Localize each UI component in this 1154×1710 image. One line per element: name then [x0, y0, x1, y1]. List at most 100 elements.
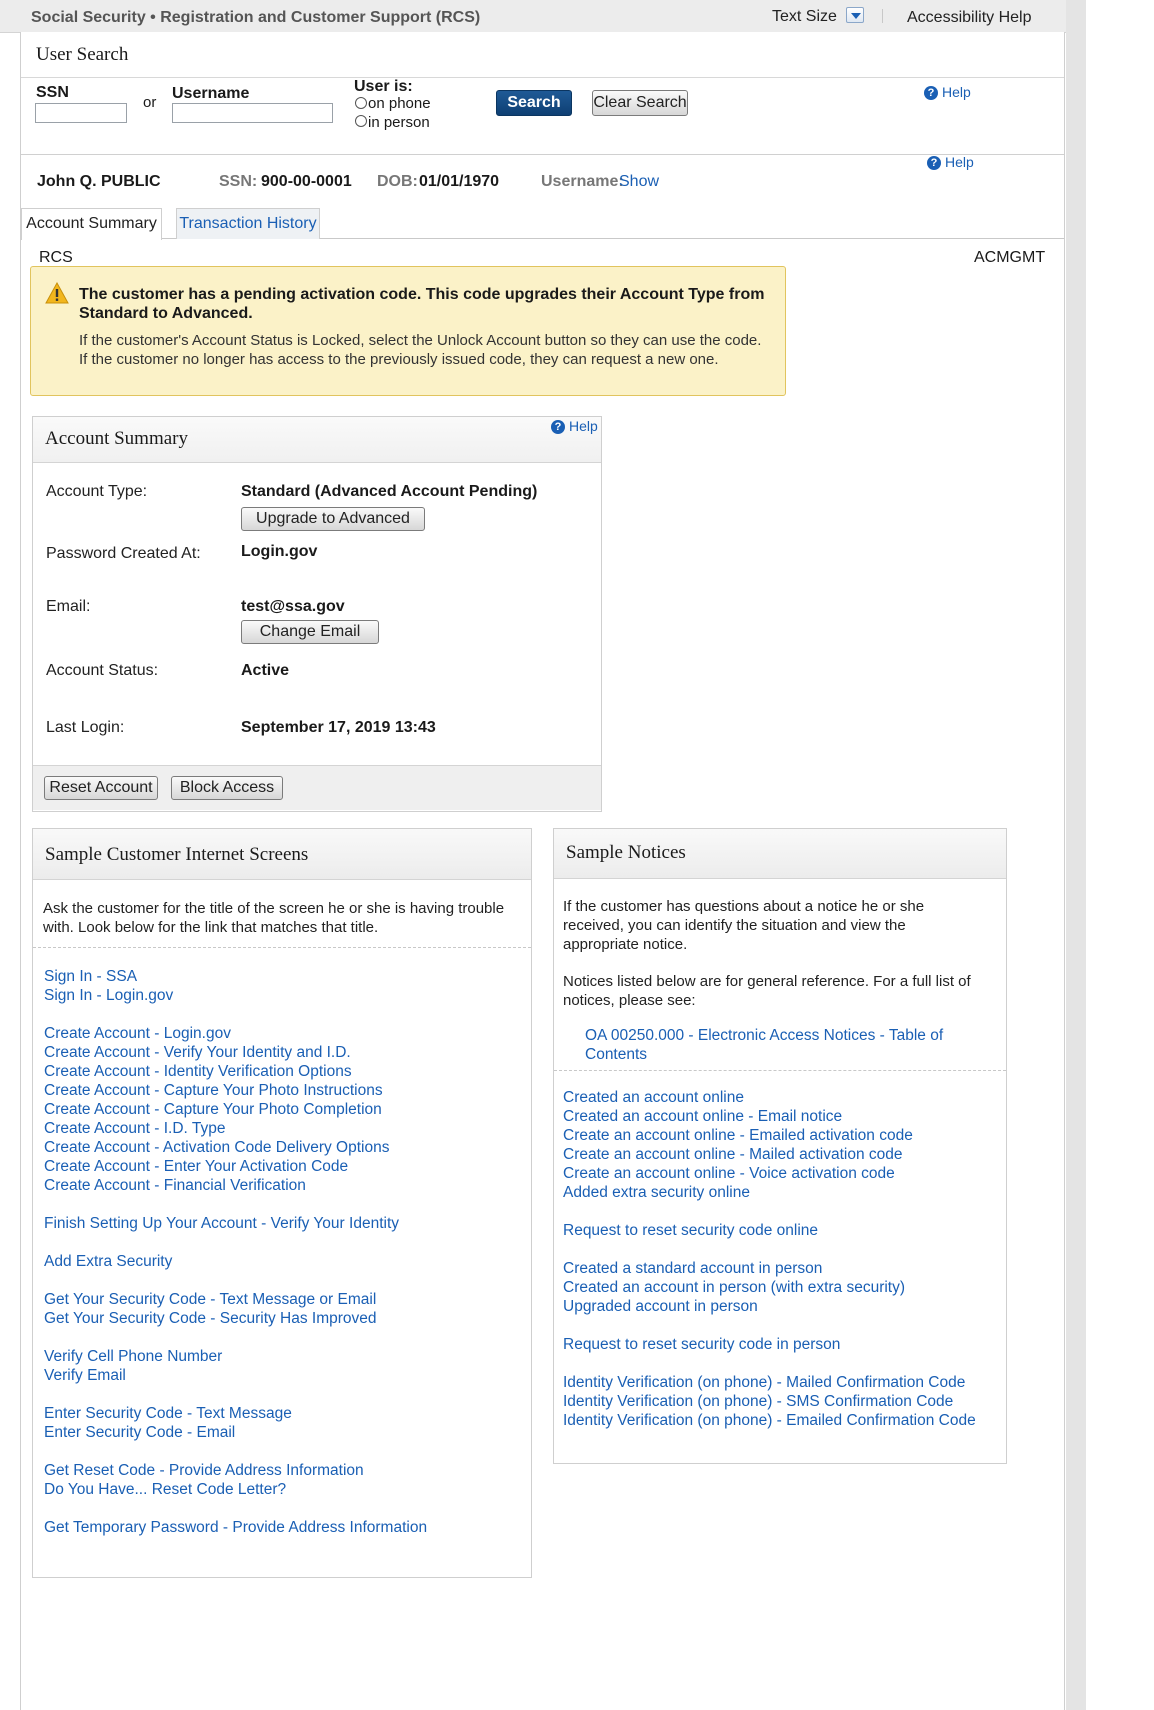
- screen-link[interactable]: Enter Security Code - Text Message: [44, 1405, 292, 1423]
- notice-link[interactable]: Added extra security online: [563, 1184, 750, 1202]
- main-frame: User Search SSN or Username User is: on …: [20, 32, 1065, 1710]
- notice-link[interactable]: Created an account in person (with extra…: [563, 1279, 905, 1297]
- screen-link[interactable]: Get Your Security Code - Text Message or…: [44, 1291, 376, 1309]
- sample-notices-title: Sample Notices: [566, 842, 686, 863]
- user-is-label: User is:: [354, 78, 413, 95]
- account-type-label: Account Type:: [46, 483, 148, 500]
- search-form: SSN or Username User is: on phone in per…: [21, 78, 1064, 155]
- dob-value: 01/01/1970: [419, 173, 500, 190]
- page-margin: [1086, 0, 1154, 1710]
- account-summary-panel: Account Summary ? Help Account Type: Stan…: [32, 416, 602, 812]
- notice-link[interactable]: Upgraded account in person: [563, 1298, 758, 1316]
- dob-label: DOB:: [377, 173, 418, 190]
- screen-link[interactable]: Create Account - Enter Your Activation C…: [44, 1158, 348, 1176]
- divider: [33, 947, 531, 948]
- screen-link[interactable]: Do You Have... Reset Code Letter?: [44, 1481, 286, 1499]
- last-login-label: Last Login:: [46, 719, 125, 736]
- notice-link[interactable]: Identity Verification (on phone) - SMS C…: [563, 1393, 953, 1411]
- tab-bar: Account Summary Transaction History: [21, 208, 1064, 240]
- screen-link[interactable]: Create Account - Identity Verification O…: [44, 1063, 352, 1081]
- screen-link[interactable]: Finish Setting Up Your Account - Verify …: [44, 1215, 399, 1233]
- notice-link[interactable]: Request to reset security code online: [563, 1222, 818, 1240]
- screen-link[interactable]: Get Temporary Password - Provide Address…: [44, 1519, 427, 1537]
- notice-link[interactable]: Created an account online: [563, 1089, 744, 1107]
- in-person-label: in person: [368, 114, 430, 131]
- notice-link[interactable]: Created an account online - Email notice: [563, 1108, 842, 1126]
- person-name: John Q. PUBLIC: [37, 173, 161, 190]
- sample-screens-intro: Ask the customer for the title of the sc…: [43, 900, 505, 936]
- sample-screens-title: Sample Customer Internet Screens: [45, 844, 309, 865]
- block-access-button[interactable]: Block Access: [171, 776, 283, 800]
- reset-account-button[interactable]: Reset Account: [44, 776, 158, 800]
- tab-transaction-history[interactable]: Transaction History: [176, 208, 320, 239]
- account-status-value: Active: [241, 662, 290, 679]
- screen-link[interactable]: Sign In - Login.gov: [44, 987, 173, 1005]
- notice-link[interactable]: Request to reset security code in person: [563, 1336, 840, 1354]
- notices-reference-text: Notices listed below are for general ref…: [563, 973, 971, 1009]
- sample-notices-panel: Sample Notices If the customer has quest…: [553, 828, 1007, 1464]
- screen-link[interactable]: Sign In - SSA: [44, 968, 137, 986]
- account-actions-footer: Reset Account Block Access: [33, 765, 601, 810]
- screen-link[interactable]: Create Account - Capture Your Photo Comp…: [44, 1101, 382, 1119]
- password-created-label: Password Created At:: [46, 545, 201, 562]
- search-button[interactable]: Search: [496, 90, 572, 116]
- ssn-display-label: SSN:: [219, 173, 258, 190]
- divider: [554, 1070, 1006, 1071]
- screen-link[interactable]: Enter Security Code - Email: [44, 1424, 235, 1442]
- username-input[interactable]: [172, 103, 333, 123]
- context-label: RCS: [39, 249, 73, 266]
- account-summary-title: Account Summary: [45, 428, 189, 449]
- sample-notices-header: Sample Notices: [554, 829, 1006, 879]
- notice-link[interactable]: Create an account online - Voice activat…: [563, 1165, 895, 1183]
- notice-link[interactable]: Create an account online - Emailed activ…: [563, 1127, 913, 1145]
- notices-table-of-contents-link[interactable]: OA 00250.000 - Electronic Access Notices…: [585, 1026, 965, 1064]
- username-label: Username: [172, 85, 250, 102]
- in-person-radio[interactable]: [355, 115, 367, 127]
- screen-link[interactable]: Create Account - Capture Your Photo Inst…: [44, 1082, 383, 1100]
- notice-link[interactable]: Identity Verification (on phone) - Email…: [563, 1412, 976, 1430]
- change-email-button[interactable]: Change Email: [241, 620, 379, 644]
- divider: [882, 9, 883, 23]
- account-type-value: Standard (Advanced Account Pending): [241, 483, 538, 500]
- notices-intro: If the customer has questions about a no…: [563, 898, 925, 953]
- notice-link[interactable]: Created a standard account in person: [563, 1260, 822, 1278]
- sample-screens-header: Sample Customer Internet Screens: [33, 829, 531, 880]
- password-created-value: Login.gov: [241, 543, 318, 560]
- show-username-link[interactable]: Show: [619, 173, 659, 191]
- screen-link[interactable]: Verify Cell Phone Number: [44, 1348, 222, 1366]
- text-size-dropdown-icon[interactable]: [846, 7, 864, 23]
- account-status-label: Account Status:: [46, 662, 159, 679]
- clear-search-button[interactable]: Clear Search: [592, 90, 688, 116]
- upgrade-to-advanced-button[interactable]: Upgrade to Advanced: [241, 507, 425, 531]
- on-phone-radio[interactable]: [355, 97, 367, 109]
- account-summary-header: Account Summary ? Help: [33, 417, 601, 463]
- screen-link[interactable]: Create Account - Activation Code Deliver…: [44, 1139, 389, 1157]
- email-label: Email:: [46, 598, 91, 615]
- help-icon: ?: [551, 420, 565, 434]
- screen-link[interactable]: Create Account - Financial Verification: [44, 1177, 306, 1195]
- person-help-link[interactable]: ? Help: [927, 154, 974, 170]
- help-icon: ?: [927, 156, 941, 170]
- search-help-link[interactable]: ? Help: [924, 84, 971, 100]
- screen-link[interactable]: Get Your Security Code - Security Has Im…: [44, 1310, 377, 1328]
- screen-link[interactable]: Verify Email: [44, 1367, 126, 1385]
- accessibility-help-link[interactable]: Accessibility Help: [907, 9, 1031, 27]
- notice-link[interactable]: Create an account online - Mailed activa…: [563, 1146, 902, 1164]
- screen-link[interactable]: Get Reset Code - Provide Address Informa…: [44, 1462, 364, 1480]
- screen-link[interactable]: Create Account - Verify Your Identity an…: [44, 1044, 351, 1062]
- user-search-title: User Search: [36, 44, 129, 65]
- account-summary-help-link[interactable]: ? Help: [551, 418, 598, 434]
- ssn-display-value: 900-00-0001: [261, 173, 352, 190]
- on-phone-label: on phone: [368, 95, 431, 112]
- screen-link[interactable]: Create Account - I.D. Type: [44, 1120, 226, 1138]
- or-label: or: [143, 94, 157, 111]
- ssn-input[interactable]: [35, 103, 127, 123]
- app-title: Social Security • Registration and Custo…: [31, 9, 481, 26]
- alert-body: If the customer's Account Status is Lock…: [79, 332, 762, 368]
- notice-link[interactable]: Identity Verification (on phone) - Maile…: [563, 1374, 965, 1392]
- tab-account-summary[interactable]: Account Summary: [21, 208, 162, 240]
- screen-link[interactable]: Create Account - Login.gov: [44, 1025, 231, 1043]
- warning-icon: [45, 282, 69, 304]
- username-display-label: Username:: [541, 173, 624, 190]
- screen-link[interactable]: Add Extra Security: [44, 1253, 172, 1271]
